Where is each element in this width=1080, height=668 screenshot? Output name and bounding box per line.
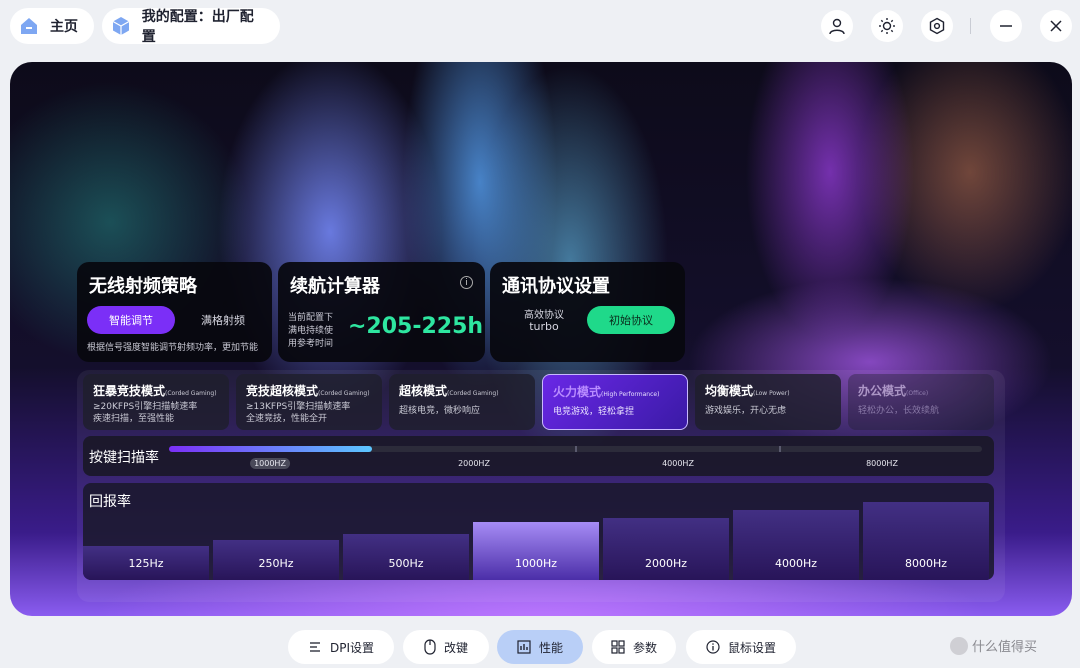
mode-name: 超核模式 <box>399 384 448 398</box>
dpi-icon <box>309 642 320 652</box>
scan-title: 按键扫描率 <box>89 450 159 466</box>
mode-desc: 电竞游戏，轻松拿捏 <box>553 407 635 417</box>
mode-sub: (Office) <box>906 390 929 397</box>
scan-label-1000[interactable]: 1000HZ <box>250 458 290 469</box>
mode-sub: (Corded Gaming) <box>318 390 370 397</box>
scan-tick <box>575 446 577 452</box>
report-rate-2000[interactable]: 2000Hz <box>603 518 729 580</box>
mode-sub: (Low Power) <box>753 390 790 397</box>
full-power-button[interactable]: 满格射频 <box>187 306 259 334</box>
mode-name: 狂暴竞技模式 <box>93 384 166 398</box>
mode-sub: (Corded Gaming) <box>165 390 217 397</box>
battery-note-2: 满电持续使 <box>288 326 334 336</box>
minimize-button[interactable] <box>990 10 1022 42</box>
rf-strategy-card: 无线射频策略 智能调节 满格射频 根据信号强度智能调节射频功率，更加节能 <box>77 262 272 362</box>
close-icon <box>1050 20 1062 32</box>
tab-params[interactable]: 参数 <box>592 630 676 664</box>
user-button[interactable] <box>821 10 853 42</box>
tab-label: 性能 <box>538 640 563 655</box>
tab-label: 鼠标设置 <box>727 640 776 655</box>
watermark-text: 什么值得买 <box>972 640 1038 655</box>
mode-desc: 超核电竞，微秒响应 <box>399 406 481 416</box>
home-icon <box>18 15 40 37</box>
grid-icon <box>611 640 625 654</box>
protocol-value: turbo <box>529 320 559 333</box>
tab-mouse-settings[interactable]: 鼠标设置 <box>686 630 796 664</box>
mode-name: 均衡模式 <box>705 384 754 398</box>
rf-description: 根据信号强度智能调节射频功率，更加节能 <box>87 343 259 353</box>
mode-desc: ≥20KFPS引擎扫描帧速率 <box>93 402 198 412</box>
mode-name: 竞技超核模式 <box>246 384 319 398</box>
protocol-title: 通讯协议设置 <box>502 276 610 297</box>
chart-icon <box>517 640 531 654</box>
cube-icon <box>110 15 132 37</box>
mode-sub: (High Performance) <box>601 391 660 398</box>
tab-dpi[interactable]: DPI设置 <box>288 630 394 664</box>
settings-button[interactable] <box>921 10 953 42</box>
scan-rate-fill <box>169 446 373 452</box>
minimize-icon <box>1000 25 1012 27</box>
mode-desc: 疾速扫描，至强性能 <box>93 414 175 424</box>
tab-remap[interactable]: 改键 <box>403 630 489 664</box>
tab-performance[interactable]: 性能 <box>497 630 583 664</box>
mode-ultra[interactable]: 超核模式(Corded Gaming) 超核电竞，微秒响应 <box>389 374 535 430</box>
scan-label-2000[interactable]: 2000HZ <box>454 458 494 469</box>
report-rate: 回报率 125Hz 250Hz 500Hz 1000Hz 2000Hz 4000… <box>83 483 994 580</box>
rf-title: 无线射频策略 <box>89 276 197 297</box>
mode-balanced[interactable]: 均衡模式(Low Power) 游戏娱乐，开心无虑 <box>695 374 841 430</box>
close-button[interactable] <box>1040 10 1072 42</box>
mode-name: 办公模式 <box>858 384 907 398</box>
user-icon <box>829 18 845 35</box>
report-rate-500[interactable]: 500Hz <box>343 534 469 580</box>
info-icon[interactable]: i <box>460 276 473 289</box>
mode-name: 火力模式 <box>553 385 602 399</box>
report-rate-4000[interactable]: 4000Hz <box>733 510 859 580</box>
mode-berserk[interactable]: 狂暴竞技模式(Corded Gaming) ≥20KFPS引擎扫描帧速率 疾速扫… <box>83 374 229 430</box>
info-icon <box>706 640 720 654</box>
divider <box>970 18 971 34</box>
hex-settings-icon <box>929 17 945 35</box>
sun-icon <box>879 18 895 34</box>
watermark-logo-icon <box>950 636 968 655</box>
key-scan-rate: 按键扫描率 1000HZ 2000HZ 4000HZ 8000HZ <box>83 436 994 476</box>
watermark: 什么值得买 <box>950 636 1037 655</box>
mode-sub: (Corded Gaming) <box>447 390 499 397</box>
mouse-icon <box>424 639 436 655</box>
mode-office[interactable]: 办公模式(Office) 轻松办公，长效续航 <box>848 374 994 430</box>
scan-label-4000[interactable]: 4000HZ <box>658 458 698 469</box>
battery-title: 续航计算器 <box>290 276 380 297</box>
tab-label: DPI设置 <box>329 640 375 655</box>
report-rate-1000[interactable]: 1000Hz <box>473 522 599 580</box>
mode-firepower[interactable]: 火力模式(High Performance) 电竞游戏，轻松拿捏 <box>542 374 688 430</box>
mode-competitive-ultra[interactable]: 竞技超核模式(Corded Gaming) ≥13KFPS引擎扫描帧速率 全速竞… <box>236 374 382 430</box>
battery-value: ~205-225h <box>348 314 484 339</box>
config-selector[interactable]: 我的配置：出厂配置 <box>102 8 280 45</box>
report-rate-125[interactable]: 125Hz <box>83 546 209 580</box>
protocol-card: 通讯协议设置 高效协议 turbo 初始协议 <box>490 262 685 362</box>
mode-desc: ≥13KFPS引擎扫描帧速率 <box>246 402 351 412</box>
battery-calculator-card: 续航计算器 i 当前配置下 满电持续使 用参考时间 ~205-225h <box>278 262 485 362</box>
brightness-button[interactable] <box>871 10 903 42</box>
initial-protocol-button[interactable]: 初始协议 <box>587 306 675 334</box>
config-label: 我的配置：出厂配置 <box>141 9 254 45</box>
tab-label: 参数 <box>632 640 657 655</box>
mode-desc: 全速竞技，性能全开 <box>246 414 328 424</box>
home-label: 主页 <box>50 19 78 35</box>
battery-note-3: 用参考时间 <box>288 339 334 349</box>
mode-desc: 轻松办公，长效续航 <box>858 406 940 416</box>
tab-label: 改键 <box>443 640 468 655</box>
battery-note-1: 当前配置下 <box>288 313 334 323</box>
scan-tick <box>779 446 781 452</box>
report-title: 回报率 <box>89 494 131 510</box>
mode-desc: 游戏娱乐，开心无虑 <box>705 406 787 416</box>
home-button[interactable]: 主页 <box>10 8 94 44</box>
performance-panel: 无线射频策略 智能调节 满格射频 根据信号强度智能调节射频功率，更加节能 续航计… <box>10 62 1072 616</box>
report-rate-8000[interactable]: 8000Hz <box>863 502 989 580</box>
report-rate-250[interactable]: 250Hz <box>213 540 339 580</box>
protocol-label: 高效协议 <box>524 310 564 321</box>
scan-label-8000[interactable]: 8000HZ <box>862 458 902 469</box>
smart-adjust-button[interactable]: 智能调节 <box>87 306 175 334</box>
